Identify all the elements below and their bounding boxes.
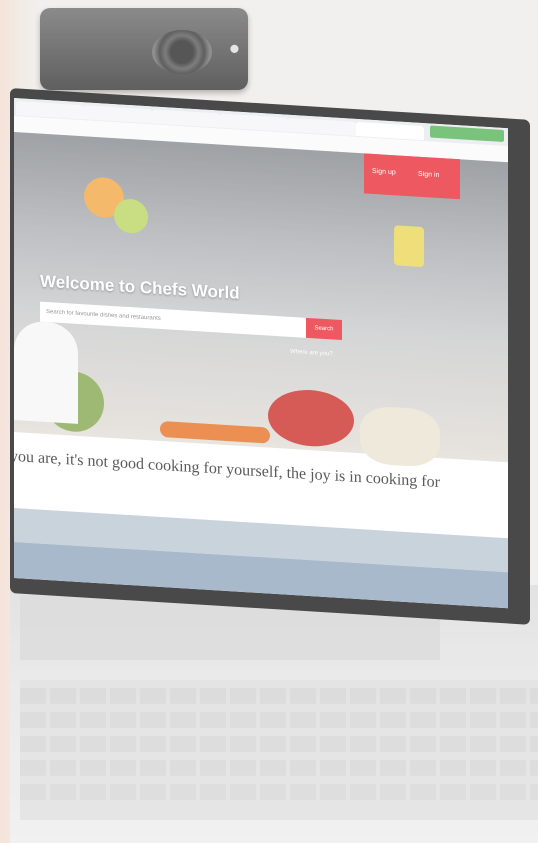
key-row [20,760,538,776]
key-row [20,736,538,752]
signin-link[interactable]: Sign in [418,171,439,179]
search-button[interactable]: Search [306,317,342,341]
key-row [20,688,538,704]
chef-image [14,320,78,424]
webcam-lens [152,30,212,74]
key-row [20,712,538,728]
signup-link[interactable]: Sign up [372,168,396,176]
apple-fruit [114,198,148,235]
webcam-device: ⬤ [40,8,248,90]
location-link[interactable]: Where are you? [290,349,333,358]
window-controls[interactable] [430,125,504,142]
hero-section: Sign up Sign in Welcome to Chefs World S… [14,132,508,469]
jar-decor [394,225,424,268]
laptop-screen: Sign up Sign in Welcome to Chefs World S… [14,98,508,609]
cauliflower-image [360,405,440,469]
hero-headline: Welcome to Chefs World [40,271,240,303]
dish-search-input[interactable] [40,301,314,339]
carrot-image [160,420,270,444]
laptop-keyboard [20,680,538,820]
webcam-logo: ⬤ [229,43,240,54]
top-nav: Sign up Sign in [364,153,460,200]
key-row [20,784,538,800]
tomato-image [268,387,354,449]
